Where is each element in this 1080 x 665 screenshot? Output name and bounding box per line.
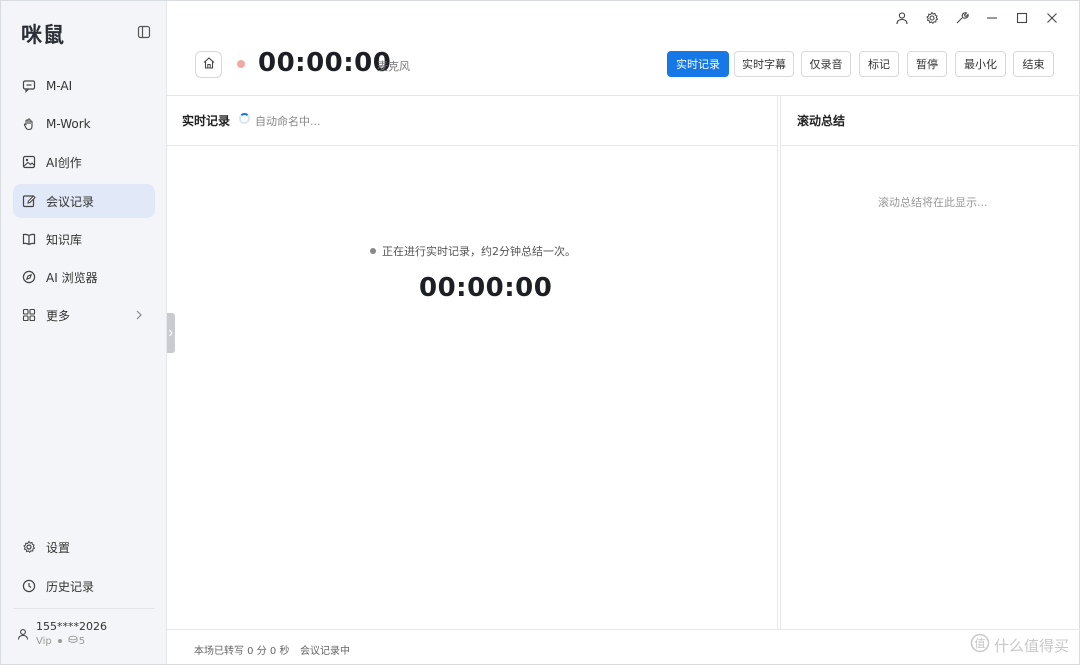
sidebar-item-label: 知识库 (46, 232, 83, 247)
points-icon (68, 635, 78, 647)
panel-divider-inner (780, 96, 781, 629)
note-edit-icon (22, 194, 36, 208)
separator-dot (57, 639, 62, 643)
settings-gear-icon[interactable] (917, 9, 947, 27)
pause-button[interactable]: 暂停 (907, 51, 947, 77)
app-window: 咪鼠 M-AI M-Work AI创作 会议记录 知识库 AI 浏览器 更多 设… (0, 0, 1080, 665)
transcribed-duration: 本场已转写 0 分 0 秒 (194, 646, 290, 657)
loading-spinner-icon (239, 113, 250, 124)
auto-naming-status: 自动命名中... (255, 115, 321, 128)
book-icon (22, 232, 36, 246)
watermark: 值 什么值得买 (970, 633, 1069, 657)
recording-indicator (237, 60, 245, 68)
sidebar-divider (13, 608, 155, 609)
sidebar-item-settings[interactable]: 设置 (13, 530, 155, 564)
sidebar-item-knowledge[interactable]: 知识库 (13, 222, 155, 256)
sidebar-item-m-work[interactable]: M-Work (13, 107, 155, 141)
audio-only-button[interactable]: 仅录音 (801, 51, 851, 77)
meeting-state: 会议记录中 (300, 646, 350, 657)
toolbar-divider (167, 95, 1080, 96)
home-button[interactable] (195, 51, 222, 78)
user-phone: 155****2026 (36, 620, 107, 633)
summary-title: 滚动总结 (797, 114, 846, 128)
settings-label: 设置 (46, 540, 71, 555)
recording-status-text: 正在进行实时记录，约2分钟总结一次。 (382, 245, 576, 258)
transcript-title: 实时记录 (182, 114, 231, 128)
home-icon (202, 56, 216, 73)
account-icon[interactable] (887, 9, 917, 27)
sidebar-item-more[interactable]: 更多 (13, 298, 155, 332)
window-controls (887, 9, 1067, 27)
panel-divider (777, 96, 778, 629)
sidebar-item-label: AI创作 (46, 155, 82, 170)
user-icon (17, 628, 29, 643)
chevron-right-icon (135, 309, 143, 321)
compass-icon (22, 270, 36, 284)
audio-source-label: 麦克风 (377, 60, 410, 73)
sidebar-item-ai-browser[interactable]: AI 浏览器 (13, 260, 155, 294)
sidebar: 咪鼠 M-AI M-Work AI创作 会议记录 知识库 AI 浏览器 更多 设… (1, 1, 167, 664)
live-record-button[interactable]: 实时记录 (667, 51, 729, 77)
watermark-text: 什么值得买 (993, 636, 1069, 655)
user-meta: Vip 5 (36, 635, 85, 647)
hand-icon (22, 117, 36, 131)
image-icon (22, 155, 36, 169)
sidebar-item-meeting-notes[interactable]: 会议记录 (13, 184, 155, 218)
user-points: 5 (78, 635, 86, 647)
minimize-button[interactable]: 最小化 (955, 51, 1006, 77)
clock-icon (22, 579, 36, 593)
summary-header-divider (781, 145, 1080, 146)
status-dot (370, 248, 376, 254)
watermark-logo-icon: 值 (970, 633, 990, 657)
chat-icon (22, 79, 36, 93)
sidebar-item-history[interactable]: 历史记录 (13, 569, 155, 603)
transcript-timer: 00:00:00 (419, 273, 553, 303)
live-subtitle-button[interactable]: 实时字幕 (734, 51, 794, 77)
sidebar-resize-handle[interactable] (167, 313, 175, 353)
sidebar-item-label: 会议记录 (46, 194, 95, 209)
sidebar-item-label: 更多 (46, 308, 71, 323)
grid-icon (22, 308, 36, 322)
end-button[interactable]: 结束 (1013, 51, 1054, 77)
app-logo: 咪鼠 (21, 23, 65, 47)
sidebar-toggle-icon[interactable] (137, 25, 151, 39)
maximize-window-icon[interactable] (1007, 9, 1037, 27)
gear-icon (22, 540, 36, 554)
sidebar-item-label: M-AI (46, 79, 73, 93)
close-window-icon[interactable] (1037, 9, 1067, 27)
svg-text:值: 值 (974, 637, 985, 650)
summary-placeholder: 滚动总结将在此显示... (878, 196, 988, 209)
recording-timer: 00:00:00 (258, 48, 392, 78)
sidebar-item-label: AI 浏览器 (46, 270, 98, 285)
sidebar-item-ai-create[interactable]: AI创作 (13, 145, 155, 179)
history-label: 历史记录 (46, 579, 95, 594)
sidebar-item-m-ai[interactable]: M-AI (13, 69, 155, 103)
transcript-header-divider (167, 145, 777, 146)
wrench-icon[interactable] (947, 9, 977, 27)
sidebar-item-label: M-Work (46, 117, 91, 131)
minimize-window-icon[interactable] (977, 9, 1007, 27)
user-profile[interactable]: 155****2026 Vip 5 (15, 618, 155, 658)
mark-button[interactable]: 标记 (859, 51, 899, 77)
recording-status: 正在进行实时记录，约2分钟总结一次。 (370, 243, 576, 259)
footer-divider (167, 629, 1080, 630)
user-tier: Vip (36, 635, 52, 647)
